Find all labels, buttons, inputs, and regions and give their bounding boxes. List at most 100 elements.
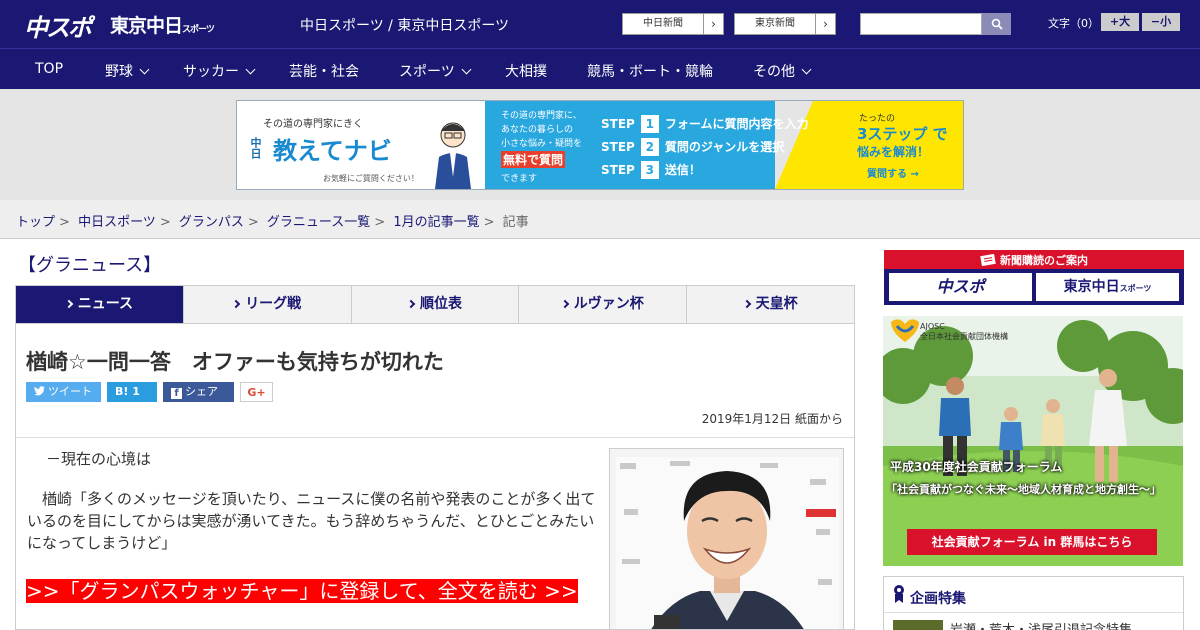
ribbon-icon: [894, 585, 904, 603]
tab-label: ルヴァン杯: [573, 296, 644, 312]
font-size-label: 文字（0）: [1048, 17, 1099, 30]
chusupo-logo[interactable]: 中スポ: [24, 8, 92, 43]
nav-label: サッカー: [183, 64, 239, 80]
facebook-share-button[interactable]: f シェア 0: [163, 382, 234, 418]
tab-standings[interactable]: 順位表: [352, 286, 520, 323]
search-input[interactable]: [860, 13, 982, 35]
nav-label: 芸能・社会: [289, 64, 359, 80]
step-number: 3: [640, 161, 659, 179]
breadcrumb-current: 記事: [502, 215, 529, 230]
ad-step-1: STEP 1 フォームに質問内容を入力: [601, 115, 808, 133]
chunichi-shimbun-link[interactable]: 中日新聞 ›: [622, 13, 724, 35]
chevron-right-icon: ›: [703, 14, 723, 34]
ad-solve: 悩みを解消！: [857, 145, 930, 159]
ad-step-2: STEP 2 質問のジャンルを選択: [601, 138, 784, 156]
interview-question: －現在の心境は: [46, 450, 152, 468]
font-size-up-button[interactable]: +大: [1101, 13, 1139, 31]
search-icon: [991, 18, 1003, 30]
register-to-read-link[interactable]: >>「グランパスウォッチャー」に登録して、全文を読む >>: [26, 576, 596, 607]
breadcrumb-gra-news-list[interactable]: グラニュース一覧: [267, 215, 370, 230]
article-date: 2019年1月12日 紙面から: [701, 412, 843, 426]
main-nav: TOP 野球 サッカー 芸能・社会 スポーツ 大相撲 競馬・ボート・競輪 その他: [0, 48, 1200, 89]
ad-description: その道の専門家に、 あなたの暮らしの 小さな悩み・疑問を: [501, 109, 582, 151]
step-text: 送信！: [664, 163, 701, 177]
nav-entertainment[interactable]: 芸能・社会: [289, 61, 359, 81]
breadcrumb-chunichi-sports[interactable]: 中日スポーツ: [78, 215, 156, 230]
breadcrumb-january-list[interactable]: 1月の記事一覧: [393, 215, 479, 230]
nav-sumo[interactable]: 大相撲: [505, 61, 547, 81]
breadcrumb-grampus[interactable]: グランパス: [179, 215, 244, 230]
step-number: 1: [640, 115, 659, 133]
share-label: ツイート: [48, 385, 92, 398]
forum-title: 平成30年度社会貢献フォーラム: [890, 460, 1063, 474]
chevron-down-icon: [139, 64, 150, 75]
nav-other[interactable]: その他: [753, 61, 812, 81]
ad-white-panel: その道の専門家にきく 中日 教えてナビ お気軽にご質問ください！: [237, 101, 485, 189]
ad-dekimasu: できます: [501, 174, 538, 184]
tokyo-chunichi-subscribe-button[interactable]: 東京中日スポーツ: [1036, 273, 1179, 301]
oshiete-navi-banner[interactable]: その道の専門家にきく 中日 教えてナビ お気軽にご質問ください！ その道の専門家…: [236, 100, 964, 190]
chevron-down-icon: [245, 64, 256, 75]
tab-league[interactable]: リーグ戦: [184, 286, 352, 323]
divider: [16, 437, 854, 438]
chevron-right-icon: [64, 299, 73, 309]
ad-step-3: STEP 3 送信！: [601, 161, 701, 179]
ad-brand: 教えてナビ: [273, 137, 392, 165]
nav-label: 大相撲: [505, 64, 547, 80]
google-plus-button[interactable]: G+: [240, 382, 273, 402]
special-features-heading: 企画特集: [910, 591, 966, 607]
ext-link-label: 中日新聞: [643, 18, 683, 29]
feature-link[interactable]: 岩瀬・荒木・浅尾引退記念特集: [950, 619, 1132, 630]
ext-link-label: 東京新聞: [755, 18, 795, 29]
nav-baseball[interactable]: 野球: [105, 61, 150, 81]
feature-thumbnail[interactable]: [893, 620, 943, 630]
divider: [884, 612, 1183, 613]
tab-label: 天皇杯: [755, 296, 798, 312]
article-headline: 楢崎☆一問一答 オファーも気持ちが切れた: [26, 350, 444, 374]
forum-gunma-button[interactable]: 社会貢献フォーラム in 群馬はこちら: [907, 529, 1157, 555]
ad-ask-cta[interactable]: 質問する →: [867, 165, 919, 180]
chusupo-subscribe-button[interactable]: 中スポ: [889, 273, 1032, 301]
step-text: フォームに質問内容を入力: [664, 117, 809, 131]
sub-right-text: 東京中日: [1063, 279, 1120, 295]
site-title[interactable]: 中日スポーツ / 東京中日スポーツ: [300, 15, 509, 35]
breadcrumb-top[interactable]: トップ: [16, 215, 55, 230]
tab-label: ニュース: [77, 296, 134, 312]
breadcrumb: トップ > 中日スポーツ > グランパス > グラニュース一覧 > 1月の記事一覧 > 記…: [16, 215, 529, 230]
twitter-icon: [34, 386, 45, 396]
font-size-down-button[interactable]: −小: [1142, 13, 1180, 31]
nav-label: TOP: [35, 61, 64, 77]
nav-keiba[interactable]: 競馬・ボート・競輪: [587, 61, 713, 81]
ad-note: お気軽にご質問ください！: [323, 174, 419, 183]
tokyo-chunichi-logo[interactable]: 東京中日スポーツ: [110, 11, 215, 38]
subscription-heading-text: 新聞購読のご案内: [1000, 254, 1088, 267]
organizer-en: AJOSC: [920, 322, 945, 331]
tokyo-shimbun-link[interactable]: 東京新聞 ›: [734, 13, 836, 35]
tweet-button[interactable]: ツイート: [26, 382, 101, 402]
chevron-right-icon: [742, 299, 751, 309]
hatena-bookmark-button[interactable]: B! 1: [107, 382, 157, 402]
nav-soccer[interactable]: サッカー: [183, 61, 256, 81]
register-link-text: >>「グランパスウォッチャー」に登録して、全文を読む >>: [26, 579, 578, 603]
nav-sports[interactable]: スポーツ: [399, 61, 472, 81]
facebook-icon: f: [171, 388, 182, 399]
step-label: STEP: [601, 140, 635, 154]
search-button[interactable]: [982, 13, 1011, 35]
top-header: 中スポ 東京中日スポーツ 中日スポーツ / 東京中日スポーツ 中日新聞 › 東京新…: [0, 0, 1200, 48]
ad-tagline: その道の専門家にきく: [263, 119, 363, 130]
nav-label: 競馬・ボート・競輪: [587, 64, 713, 80]
tab-emperors-cup[interactable]: 天皇杯: [687, 286, 854, 323]
ad-brand-prefix: 中日: [249, 137, 262, 159]
photo-narazaki: [610, 449, 843, 629]
nav-top[interactable]: TOP: [35, 61, 63, 77]
tab-label: リーグ戦: [245, 296, 302, 312]
ad-desc-line: 小さな悩み・疑問を: [501, 139, 583, 149]
tab-news[interactable]: ニュース: [16, 286, 184, 323]
nav-label: スポーツ: [399, 64, 455, 80]
chevron-right-icon: [406, 299, 416, 309]
chevron-right-icon: ›: [815, 14, 835, 34]
expert-illustration: [435, 122, 471, 189]
tab-levain-cup[interactable]: ルヴァン杯: [519, 286, 688, 323]
step-label: STEP: [601, 163, 635, 177]
ad-desc-line: その道の専門家に、: [501, 111, 582, 121]
